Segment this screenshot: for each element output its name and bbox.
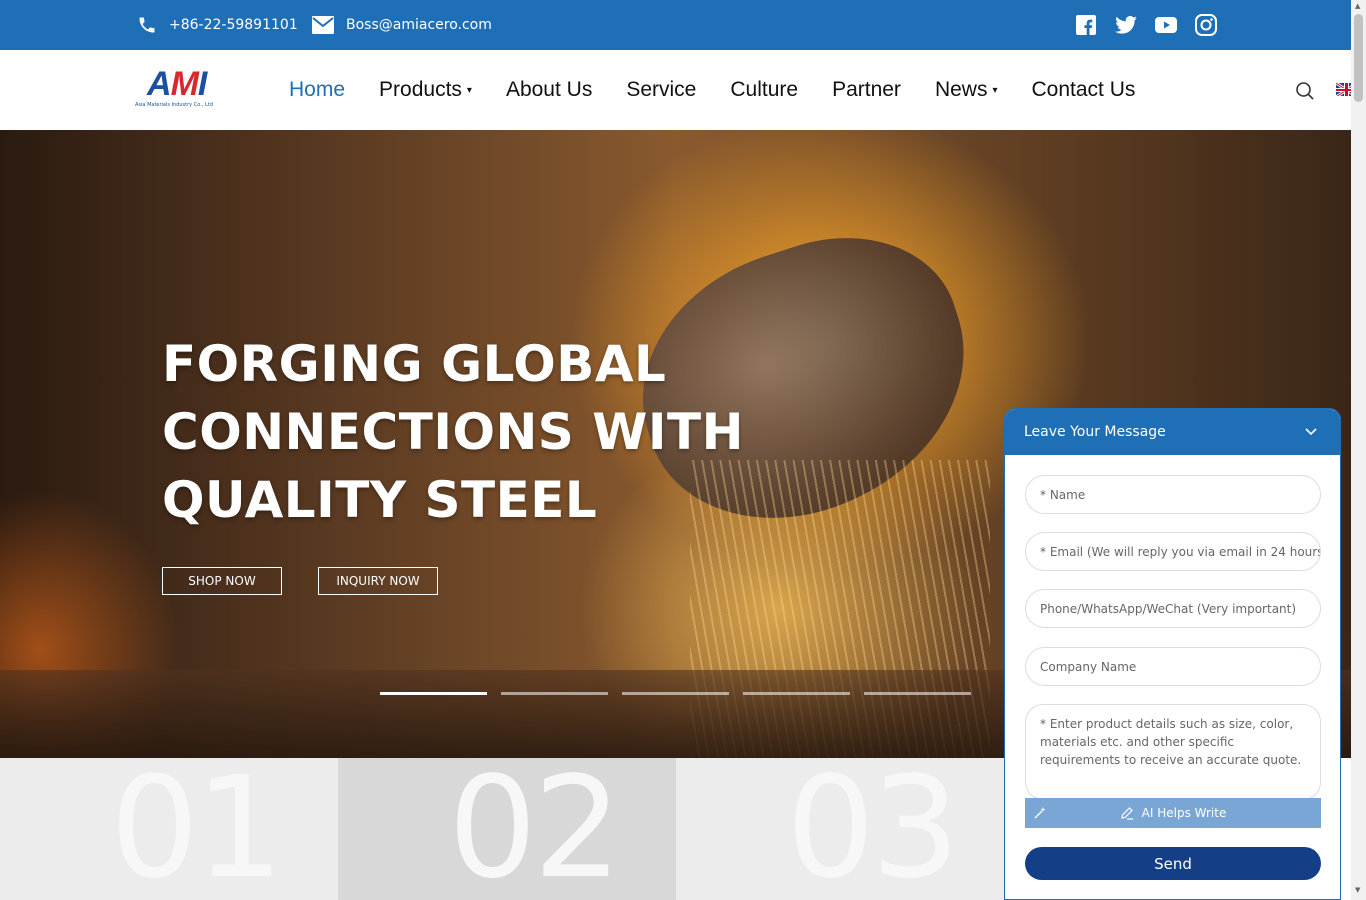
feature-card-2[interactable]: 02 (338, 758, 676, 900)
slide-indicator-4[interactable] (743, 692, 850, 695)
inquiry-now-button[interactable]: INQUIRY NOW (318, 567, 438, 595)
phone-input[interactable]: Phone/WhatsApp/WeChat (Very important) (1025, 589, 1321, 628)
scroll-down-arrow-icon[interactable]: ▼ (1355, 886, 1360, 894)
slide-indicator-2[interactable] (501, 692, 608, 695)
slider-pagination (380, 692, 971, 695)
nav-item-home[interactable]: Home (289, 78, 345, 102)
twitter-icon[interactable] (1114, 13, 1138, 37)
nav-item-products[interactable]: Products ▾ (379, 78, 472, 102)
pen-icon (1120, 807, 1133, 820)
email-input[interactable]: * Email (We will reply you via email in … (1025, 532, 1321, 571)
magic-wand-icon (1034, 807, 1046, 819)
slide-indicator-1[interactable] (380, 692, 487, 695)
mail-icon (312, 16, 334, 34)
phone-number: +86-22-59891101 (169, 17, 298, 33)
hero-headline: FORGING GLOBAL CONNECTIONS WITH QUALITY … (162, 335, 744, 529)
phone-contact[interactable]: +86-22-59891101 (137, 0, 298, 50)
nav-menu: Home Products ▾ About Us Service Culture … (289, 50, 1169, 130)
slide-indicator-5[interactable] (864, 692, 971, 695)
send-button[interactable]: Send (1025, 847, 1321, 880)
logo-mark: AMI (147, 65, 207, 103)
email-contact[interactable]: Boss@amiacero.com (312, 0, 492, 50)
scroll-up-arrow-icon[interactable]: ▲ (1355, 2, 1360, 10)
feature-number: 01 (110, 758, 284, 900)
company-input[interactable]: Company Name (1025, 647, 1321, 686)
phone-icon (139, 17, 155, 33)
top-bar: +86-22-59891101 Boss@amiacero.com (0, 0, 1351, 50)
chevron-down-icon[interactable] (1304, 424, 1318, 438)
caret-down-icon: ▾ (992, 84, 998, 96)
caret-down-icon: ▾ (466, 84, 472, 96)
nav-item-culture[interactable]: Culture (730, 78, 798, 102)
instagram-icon[interactable] (1194, 13, 1218, 37)
feature-number: 03 (786, 758, 960, 900)
widget-title: Leave Your Message (1024, 424, 1166, 440)
nav-item-contact-us[interactable]: Contact Us (1031, 78, 1135, 102)
leave-message-widget: Leave Your Message * Name * Email (We wi… (1004, 408, 1341, 900)
logo-tagline: Asia Materials Industry Co., Ltd (135, 102, 213, 108)
product-details-textarea[interactable]: * Enter product details such as size, co… (1025, 704, 1321, 800)
uk-flag-icon[interactable] (1336, 82, 1351, 96)
main-navbar: AMI Asia Materials Industry Co., Ltd Hom… (0, 50, 1351, 130)
search-icon[interactable] (1295, 81, 1315, 105)
ai-button-label: AI Helps Write (1141, 806, 1227, 820)
widget-header[interactable]: Leave Your Message (1005, 409, 1340, 455)
name-input[interactable]: * Name (1025, 475, 1321, 514)
social-links (1074, 13, 1218, 37)
nav-item-news[interactable]: News ▾ (935, 78, 998, 102)
feature-card-1[interactable]: 01 (0, 758, 338, 900)
nav-item-about-us[interactable]: About Us (506, 78, 592, 102)
shop-now-button[interactable]: SHOP NOW (162, 567, 282, 595)
facebook-icon[interactable] (1074, 13, 1098, 37)
feature-card-3[interactable]: 03 (676, 758, 1014, 900)
youtube-icon[interactable] (1154, 13, 1178, 37)
scrollbar-thumb[interactable] (1354, 14, 1363, 102)
nav-item-service[interactable]: Service (626, 78, 696, 102)
slide-indicator-3[interactable] (622, 692, 729, 695)
ai-helps-write-button[interactable]: AI Helps Write (1025, 798, 1321, 828)
feature-number: 02 (448, 758, 622, 900)
company-logo[interactable]: AMI Asia Materials Industry Co., Ltd (135, 65, 235, 112)
nav-item-partner[interactable]: Partner (832, 78, 901, 102)
page-scrollbar[interactable]: ▲ ▼ (1351, 0, 1366, 900)
email-address: Boss@amiacero.com (346, 17, 492, 33)
